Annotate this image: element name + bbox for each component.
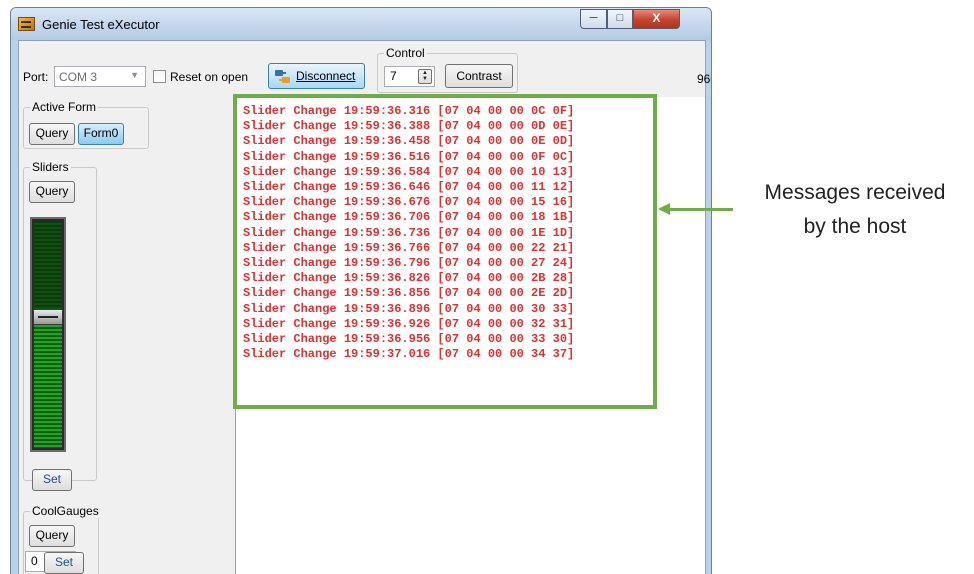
reset-on-open-label: Reset on open [170, 70, 249, 84]
plug-icon [275, 70, 290, 83]
spinner-arrows-icon[interactable]: ▲▼ [418, 69, 432, 84]
baud-rate-text: 960 [697, 72, 711, 86]
close-button[interactable]: X [633, 9, 680, 29]
annotation-text: Messages received by the host [736, 176, 974, 244]
contrast-value: 7 [390, 69, 397, 83]
active-form-query-button[interactable]: Query [29, 123, 75, 145]
arrow-left-icon [658, 203, 670, 215]
coolgauges-query-button[interactable]: Query [29, 525, 75, 547]
form0-button[interactable]: Form0 [78, 123, 124, 145]
sliders-set-button[interactable]: Set [32, 469, 72, 491]
slider-thumb[interactable] [33, 309, 63, 325]
disconnect-label: Disconnect [296, 69, 356, 83]
disconnect-button[interactable]: Disconnect [268, 63, 365, 89]
window-title: Genie Test eXecutor [42, 17, 160, 32]
reset-on-open-checkbox[interactable] [153, 70, 166, 83]
port-value: COM 3 [59, 70, 98, 84]
contrast-button[interactable]: Contrast [445, 64, 513, 88]
slider-unfilled [34, 221, 62, 311]
contrast-spinner[interactable]: 7 ▲ ▼ [384, 66, 435, 87]
sliders-query-button[interactable]: Query [29, 181, 75, 203]
coolgauges-title: CoolGauges [30, 504, 101, 518]
slider-track[interactable] [30, 217, 66, 452]
port-label: Port: [23, 70, 49, 84]
annotation-line-1: Messages received [764, 181, 946, 204]
highlight-box [233, 94, 657, 409]
port-select[interactable]: COM 3 ▼ [54, 66, 146, 87]
coolgauges-value: 0 [31, 554, 38, 568]
sliders-title: Sliders [30, 160, 71, 174]
left-panel: Active Form Query Form0 Sliders Query Se… [19, 97, 235, 574]
active-form-title: Active Form [30, 100, 99, 114]
chevron-down-icon: ▼ [130, 70, 139, 80]
maximize-button[interactable]: □ [607, 9, 633, 29]
toolbar: Port: COM 3 ▼ Reset on open Disconnect C… [19, 41, 711, 97]
annotation-line-2: by the host [803, 215, 907, 238]
arrow-line [668, 208, 733, 211]
coolgauges-set-button[interactable]: Set [44, 552, 84, 574]
control-group-title: Control [384, 46, 427, 60]
title-bar[interactable]: Genie Test eXecutor ─ □ X [11, 8, 711, 40]
minimize-button[interactable]: ─ [580, 9, 607, 29]
app-icon [18, 17, 35, 31]
